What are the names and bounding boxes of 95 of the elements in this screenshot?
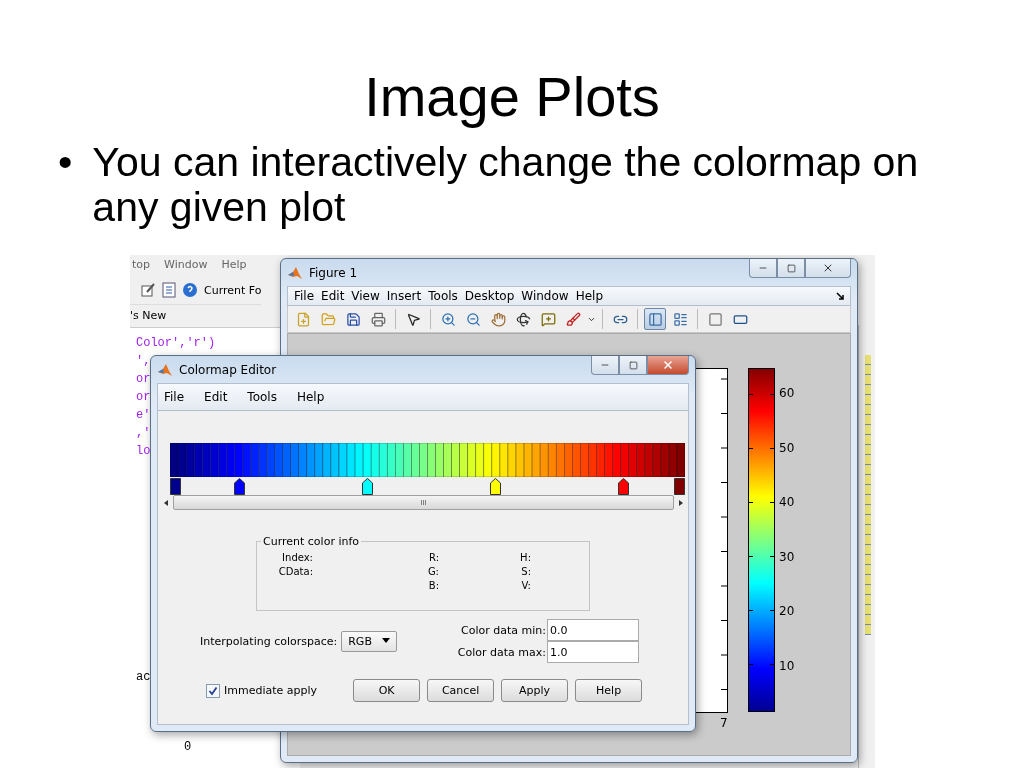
window-title: Figure 1 (309, 265, 358, 280)
info-label: Index: (281, 552, 313, 563)
menu-item[interactable]: Help (296, 390, 325, 404)
dialog-button[interactable]: Apply (501, 679, 569, 702)
caret-icon (382, 638, 391, 644)
colorbar-tick-label: 50 (779, 440, 795, 455)
dialog-button[interactable]: Help (575, 679, 643, 702)
colorspace-dropdown[interactable]: RGB (341, 630, 398, 652)
dialog-button[interactable]: Cancel (427, 679, 495, 702)
data-tip-icon (540, 311, 556, 327)
colorbar-tick-label: 40 (779, 495, 795, 509)
menu-item[interactable]: Desktop (464, 289, 515, 303)
info-label: S: (520, 566, 531, 577)
pointer-icon (405, 311, 421, 327)
info-label: H: (519, 552, 531, 563)
document-icon[interactable] (162, 282, 176, 298)
max-field[interactable]: 1.0 (547, 641, 639, 663)
new-file-icon (295, 311, 311, 327)
axis-tick-label: 7 (720, 716, 728, 730)
toolbar-label: Current Fo (204, 283, 262, 297)
menu-item[interactable]: Tools (428, 289, 458, 303)
scroll-right-icon[interactable] (677, 498, 685, 507)
checkbox-label: Immediate apply (224, 684, 318, 697)
close-button[interactable] (805, 259, 851, 278)
minimize-button[interactable] (591, 356, 619, 375)
menu-item[interactable]: Window (164, 258, 208, 276)
code-line: or (136, 371, 151, 388)
menu-item[interactable]: top (132, 258, 151, 276)
color-marker[interactable] (362, 478, 373, 495)
code-line: or (136, 389, 151, 406)
close-button[interactable] (647, 356, 689, 375)
info-label: V: (520, 580, 531, 591)
color-marker[interactable] (618, 478, 630, 495)
menu-item[interactable]: Edit (204, 390, 228, 404)
dialog-button[interactable]: OK (353, 679, 421, 702)
colorbar-tick-label: 60 (779, 386, 795, 400)
code-line: ', (136, 353, 151, 370)
bullet-marker: • (58, 140, 73, 187)
close-icon (662, 359, 674, 371)
close-icon (822, 262, 834, 274)
code-line: lo (136, 443, 151, 460)
legend-icon (672, 311, 688, 327)
bullet-text: You can interactively change the colormap on any given plot (92, 140, 920, 230)
minimize-button[interactable] (749, 259, 777, 278)
folder-icon (320, 311, 336, 327)
rotate-icon (515, 311, 531, 327)
min-field[interactable]: 0.0 (547, 619, 639, 641)
code-line: ,' (136, 425, 151, 442)
dock-arrow-icon[interactable] (836, 292, 844, 300)
menu-item[interactable]: Insert (386, 289, 422, 303)
colorspace-label: Interpolating colorspace: (200, 634, 338, 648)
max-label: Color data max: (457, 645, 546, 659)
min-label: Color data min: (461, 623, 546, 637)
colorbar-tick-label: 20 (779, 604, 795, 618)
menu-item[interactable]: View (351, 289, 380, 303)
help-icon[interactable] (182, 282, 198, 298)
menu-item[interactable]: Help (575, 289, 603, 303)
square-icon (707, 311, 723, 327)
color-marker[interactable] (674, 478, 685, 495)
info-label: G: (426, 566, 439, 577)
tab[interactable]: 's New (130, 305, 167, 327)
menu-item[interactable]: Window (521, 289, 569, 303)
edit-icon[interactable] (140, 282, 156, 298)
color-marker[interactable] (170, 478, 181, 495)
menu-item[interactable]: Help (221, 258, 247, 276)
code-line: e' (136, 407, 151, 424)
code-line: 0 (183, 739, 192, 756)
colorbar-tick-label: 30 (779, 549, 795, 564)
color-marker[interactable] (490, 478, 502, 495)
maximize-icon (628, 360, 638, 370)
info-label: B: (427, 580, 439, 591)
info-label: R: (428, 552, 439, 563)
code-line: ac (136, 669, 152, 686)
colorbar-tick-label: 10 (779, 658, 795, 673)
maximize-icon (786, 263, 796, 273)
code-line: Color','r') (136, 335, 216, 352)
menu-item[interactable]: File (164, 390, 185, 404)
window-title: Colormap Editor (179, 362, 277, 377)
group-title: Current color info (262, 535, 361, 548)
hand-icon (490, 311, 506, 327)
printer-icon (370, 311, 386, 327)
zoom-in-icon (440, 311, 456, 327)
zoom-out-icon (465, 311, 481, 327)
info-label: CData: (277, 566, 313, 577)
color-marker[interactable] (234, 478, 245, 495)
brush-icon (565, 311, 581, 327)
scroll-left-icon[interactable] (162, 498, 170, 507)
maximize-button[interactable] (619, 356, 647, 375)
colorbar-icon (647, 311, 663, 327)
menu-item[interactable]: File (294, 289, 315, 303)
menu-item[interactable]: Tools (247, 390, 277, 404)
checkbox[interactable] (206, 683, 220, 698)
menu-item[interactable]: Edit (321, 289, 345, 303)
maximize-button[interactable] (777, 259, 805, 278)
slide-title: Image Plots (364, 64, 660, 130)
